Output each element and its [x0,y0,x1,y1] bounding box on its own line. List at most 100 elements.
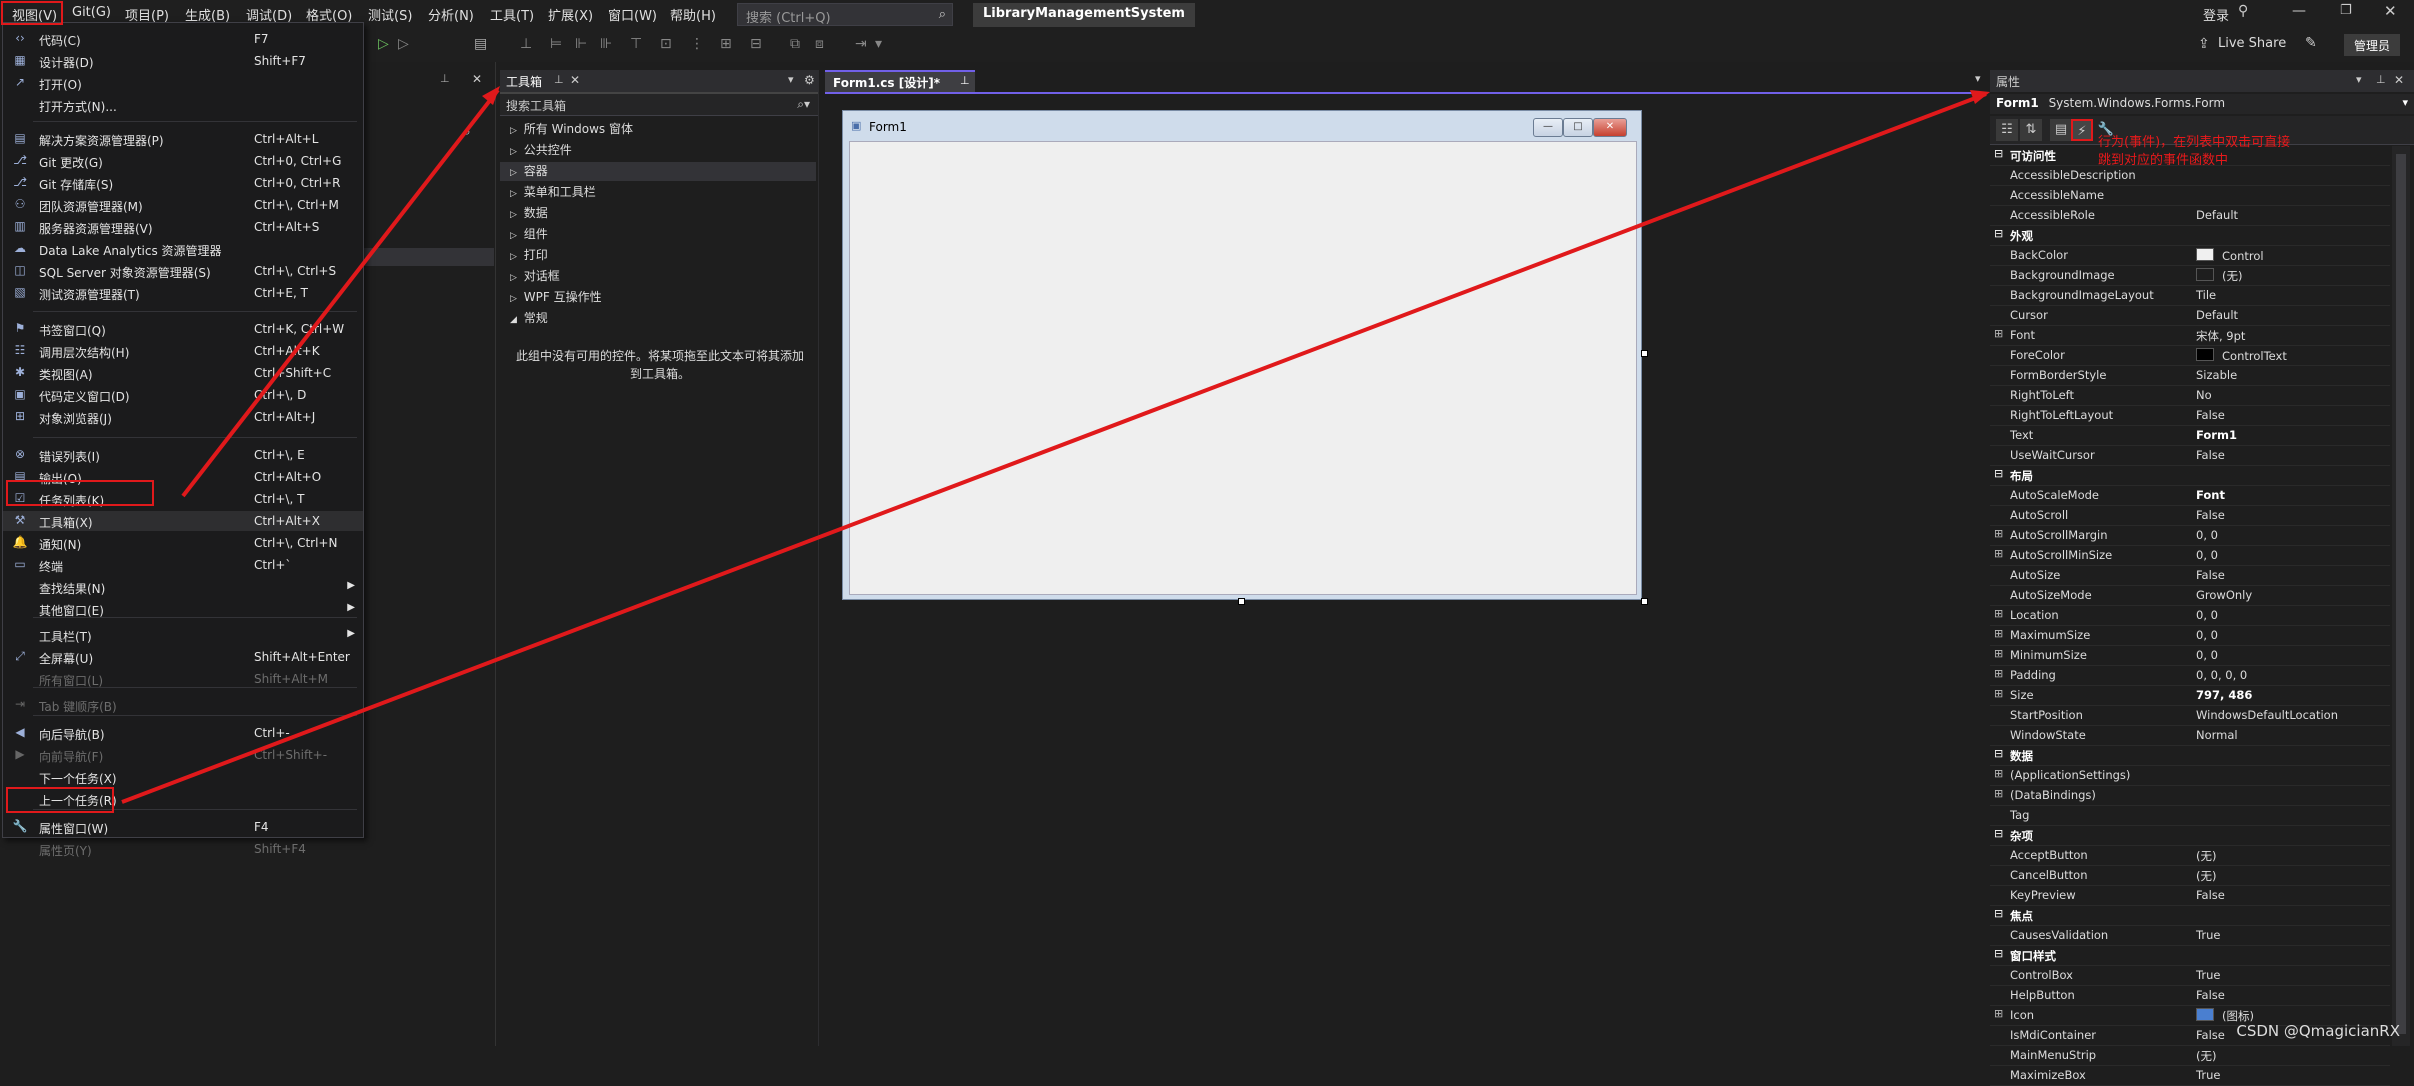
property-value[interactable]: WindowsDefaultLocation [2196,708,2338,722]
collapse-icon[interactable]: ⊟ [1994,227,2003,240]
collapse-icon[interactable]: ⊟ [1994,947,2003,960]
view-menu-item[interactable]: ◫ SQL Server 对象资源管理器(S) Ctrl+\, Ctrl+S [3,261,363,281]
view-menu-item[interactable]: ⎇ Git 存储库(S) Ctrl+0, Ctrl+R [3,173,363,193]
property-value[interactable]: (无) [2196,868,2216,884]
view-menu-item[interactable]: ⊗ 错误列表(I) Ctrl+\, E [3,445,363,465]
same-size-icon[interactable]: ⊡ [660,36,672,52]
gear-icon[interactable]: ⚙ [804,73,815,87]
property-category[interactable]: ⊟ 布局 [1990,466,2390,486]
view-menu-item[interactable]: 其他窗口(E) ▶ [3,599,363,619]
feedback-icon[interactable]: ✎ [2305,35,2317,51]
view-menu-item[interactable]: ☷ 调用层次结构(H) Ctrl+Alt+K [3,341,363,361]
restore-icon[interactable]: ❐ [2340,3,2352,18]
toolbox-category[interactable]: ▷ 数据 [510,204,548,223]
view-menu-item[interactable]: ⚇ 团队资源管理器(M) Ctrl+\, Ctrl+M [3,195,363,215]
login-link[interactable]: 登录 [2203,5,2229,24]
view-menu-item[interactable]: ▧ 测试资源管理器(T) Ctrl+E, T [3,283,363,303]
view-menu-item[interactable]: ⎇ Git 更改(G) Ctrl+0, Ctrl+G [3,151,363,171]
property-row[interactable]: Tag [1990,806,2390,826]
property-row[interactable]: WindowState Normal [1990,726,2390,746]
live-share-icon[interactable]: ⇪ [2198,36,2210,52]
view-menu-item[interactable]: ▶ 向前导航(F) Ctrl+Shift+- [3,745,363,765]
alphabetical-icon[interactable]: ⇅ [2020,119,2042,141]
pin-icon[interactable]: ⊥ [2376,73,2386,86]
view-menu-item[interactable]: ✱ 类视图(A) Ctrl+Shift+C [3,363,363,383]
view-menu-item[interactable]: ↗ 打开(O) [3,73,363,93]
view-menu-item[interactable]: ▥ 服务器资源管理器(V) Ctrl+Alt+S [3,217,363,237]
dropdown-icon[interactable]: ▾ [2356,73,2362,86]
property-row[interactable]: AutoSizeMode GrowOnly [1990,586,2390,606]
property-value[interactable]: True [2196,1068,2220,1082]
pin-icon[interactable]: ⊥ [554,73,564,86]
menu-1[interactable]: Git(G) [72,5,111,20]
bring-front-icon[interactable]: ⧉ [790,36,800,52]
scrollbar-thumb[interactable] [2396,154,2406,1034]
form1-window[interactable]: ▣ Form1 — □ ✕ [842,110,1642,600]
property-row[interactable]: HelpButton False [1990,986,2390,1006]
property-row[interactable]: ForeColor ControlText [1990,346,2390,366]
property-row[interactable]: UseWaitCursor False [1990,446,2390,466]
property-value[interactable]: Control [2196,248,2264,263]
property-row[interactable]: AutoSize False [1990,566,2390,586]
property-value[interactable]: Font [2196,488,2225,502]
toolbox-category[interactable]: ▷ 所有 Windows 窗体 [510,120,633,139]
expand-icon[interactable]: ⊞ [1994,687,2003,700]
view-menu-item[interactable]: 下一个任务(X) [3,767,363,787]
collapse-icon[interactable]: ⊟ [1994,147,2003,160]
send-back-icon[interactable]: ⧈ [815,36,824,52]
pin-icon[interactable]: ⊥ [440,72,450,85]
view-menu-item[interactable]: ▤ 输出(O) Ctrl+Alt+O [3,467,363,487]
view-menu-item[interactable]: ▣ 代码定义窗口(D) Ctrl+\, D [3,385,363,405]
properties-close-icon[interactable]: ✕ [2394,73,2404,87]
menu-8[interactable]: 工具(T) [490,5,534,24]
tab-dropdown-icon[interactable]: ▾ [1975,72,1981,85]
properties-view-icon[interactable]: ▤ [2050,119,2072,141]
collapse-icon[interactable]: ⊟ [1994,827,2003,840]
property-value[interactable]: 0, 0 [2196,648,2218,662]
view-menu-item[interactable]: ⚒ 工具箱(X) Ctrl+Alt+X [3,511,363,531]
property-row[interactable]: ⊞ Location 0, 0 [1990,606,2390,626]
property-value[interactable]: Tile [2196,288,2216,302]
property-row[interactable]: BackgroundImageLayout Tile [1990,286,2390,306]
property-value[interactable]: 0, 0, 0, 0 [2196,668,2247,682]
align-right-icon[interactable]: ⊪ [600,36,612,52]
panel-close-icon[interactable]: ✕ [472,72,482,86]
view-menu-item[interactable]: ◀ 向后导航(B) Ctrl+- [3,723,363,743]
property-value[interactable]: (无) [2196,848,2216,864]
align-top-icon[interactable]: ⊤ [630,36,642,52]
property-row[interactable]: AcceptButton (无) [1990,846,2390,866]
spacing-h-icon[interactable]: ⊞ [720,36,732,52]
property-value[interactable]: Sizable [2196,368,2237,382]
start-icon[interactable]: ▷ [378,36,389,52]
property-value[interactable]: False [2196,888,2225,902]
toolbox-category[interactable]: ◢ 常规 [510,309,548,328]
dropdown-icon[interactable]: ▾ [788,73,794,86]
property-value[interactable]: GrowOnly [2196,588,2252,602]
property-value[interactable]: False [2196,1028,2225,1042]
view-menu-item[interactable]: ☑ 任务列表(K) Ctrl+\, T [3,489,363,509]
property-row[interactable]: ⊞ AutoScrollMinSize 0, 0 [1990,546,2390,566]
view-menu-item[interactable]: ▦ 设计器(D) Shift+F7 [3,51,363,71]
view-menu-item[interactable]: ⤢ 全屏幕(U) Shift+Alt+Enter [3,647,363,667]
start-without-debug-icon[interactable]: ▷ [398,36,409,52]
collapse-icon[interactable]: ⊟ [1994,467,2003,480]
document-tab-form1-design[interactable]: Form1.cs [设计]* [825,70,975,92]
property-value[interactable]: Form1 [2196,428,2237,442]
view-menu-item[interactable]: 打开方式(N)... [3,95,363,115]
expand-icon[interactable]: ⊞ [1994,327,2003,340]
view-menu-item[interactable]: 🔧 属性窗口(W) F4 [3,817,363,837]
tab-order-icon[interactable]: ⇥ [855,36,867,52]
align-center-icon[interactable]: ⊩ [575,36,587,52]
property-row[interactable]: ⊞ Font 宋体, 9pt [1990,326,2390,346]
expand-icon[interactable]: ⊞ [1994,767,2003,780]
expand-icon[interactable]: ⊞ [1994,547,2003,560]
toolbox-category[interactable]: ▷ 打印 [510,246,548,265]
property-value[interactable]: Normal [2196,728,2238,742]
property-value[interactable]: False [2196,508,2225,522]
property-row[interactable]: RightToLeft No [1990,386,2390,406]
feedback-icon[interactable]: ⚲ [2238,3,2248,19]
search-input[interactable]: 搜索 (Ctrl+Q) ⌕ [737,3,953,26]
property-value[interactable]: Default [2196,208,2238,222]
property-value[interactable]: ControlText [2196,348,2287,363]
view-menu-item[interactable]: ⚑ 书签窗口(Q) Ctrl+K, Ctrl+W [3,319,363,339]
